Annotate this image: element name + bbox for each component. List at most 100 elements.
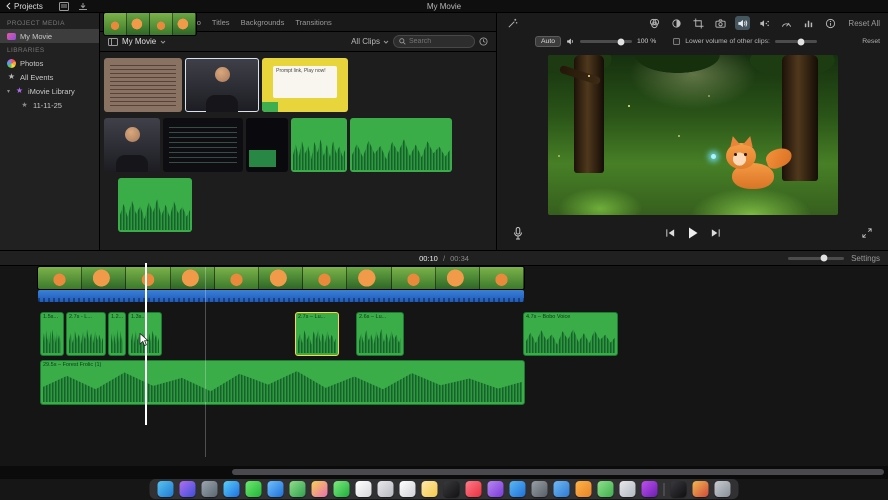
sidebar-item-11-11-25[interactable]: 11-11-25 — [0, 98, 99, 112]
reminders-dock-icon[interactable] — [399, 481, 416, 497]
keynote-dock-icon[interactable] — [553, 481, 570, 497]
audio-clip[interactable]: 2.7s – Lu... — [295, 312, 339, 356]
info-icon[interactable] — [823, 16, 838, 30]
music-dock-icon[interactable] — [465, 481, 482, 497]
terminal-dock-icon[interactable] — [670, 481, 687, 497]
audio-clip-thumb-3[interactable] — [118, 178, 192, 232]
notes-document-clip[interactable] — [104, 58, 182, 112]
media-browser-icon[interactable] — [58, 1, 69, 11]
audio-clip[interactable]: 1.2... — [108, 312, 126, 356]
total-duration: 00:34 — [450, 253, 469, 263]
notes-dock-icon[interactable] — [421, 481, 438, 497]
audio-clip[interactable]: 1.5s... — [40, 312, 64, 356]
presenter-clip-2[interactable] — [104, 118, 160, 172]
audio-clip-thumb-1[interactable] — [291, 118, 347, 172]
music-clip[interactable]: 29.5s – Forest Frolic (1) — [40, 360, 525, 405]
sidebar-item-label: 11-11-25 — [33, 100, 62, 110]
voiceover-mic-button[interactable] — [513, 226, 523, 240]
tree-left — [558, 55, 604, 173]
sidebar-item-all-events[interactable]: All Events — [0, 70, 99, 84]
chevron-down-icon — [160, 40, 166, 44]
sidebar-item-label: iMovie Library — [28, 86, 75, 96]
presenter-clip[interactable] — [185, 58, 259, 112]
timeline-zoom-slider[interactable] — [788, 254, 845, 262]
playhead[interactable] — [145, 263, 147, 425]
system-settings-dock-icon[interactable] — [531, 481, 548, 497]
tab-transitions[interactable]: Transitions — [295, 18, 331, 27]
color-correction-icon[interactable] — [669, 16, 684, 30]
audio-clip[interactable]: 4.7s – Bobo Voice — [523, 312, 618, 356]
star-icon — [7, 73, 16, 82]
search-field[interactable] — [393, 35, 475, 48]
crop-icon[interactable] — [691, 16, 706, 30]
zoom-slider-thumb[interactable] — [820, 254, 828, 262]
ducking-slider-thumb[interactable] — [797, 38, 805, 45]
skip-back-button[interactable] — [665, 228, 676, 238]
facetime-dock-icon[interactable] — [333, 481, 350, 497]
sidebar-library-list: Photos All Events iMovie Library 11-11-25 — [0, 56, 99, 112]
pages-dock-icon[interactable] — [575, 481, 592, 497]
volume-slider-thumb[interactable] — [617, 38, 625, 45]
ducking-slider[interactable] — [774, 38, 817, 45]
app-store-dock-icon[interactable] — [509, 481, 526, 497]
tab-backgrounds[interactable]: Backgrounds — [241, 18, 285, 27]
timeline-settings-button[interactable]: Settings — [851, 254, 880, 263]
sidebar-toggle-icon[interactable] — [108, 37, 118, 46]
sidebar-item-my-movie[interactable]: My Movie — [0, 29, 99, 43]
skip-forward-button[interactable] — [710, 228, 721, 238]
search-input[interactable] — [409, 38, 469, 45]
audio-waveform — [293, 139, 345, 170]
speaker-icon[interactable] — [566, 37, 575, 46]
photos-dock-icon[interactable] — [311, 481, 328, 497]
noise-reduction-icon[interactable] — [757, 16, 772, 30]
lower-volume-checkbox[interactable] — [673, 38, 681, 45]
play-button[interactable] — [688, 227, 698, 239]
auto-volume-button[interactable]: Auto — [535, 36, 561, 47]
clip-filter-effects-icon[interactable] — [801, 16, 816, 30]
promo-graphic-clip[interactable]: Prompt link, Play now! — [262, 58, 348, 112]
tv-dock-icon[interactable] — [443, 481, 460, 497]
audio-waveform — [526, 329, 615, 353]
clip-filter-dropdown[interactable]: All Clips — [351, 37, 389, 46]
back-to-projects-button[interactable]: Projects — [6, 2, 43, 11]
contacts-dock-icon[interactable] — [377, 481, 394, 497]
numbers-dock-icon[interactable] — [597, 481, 614, 497]
audio-clip[interactable]: 2.6s – Lu... — [356, 312, 404, 356]
imovie-dock-icon[interactable] — [641, 481, 658, 497]
calendar-dock-icon[interactable] — [355, 481, 372, 497]
audio-clip[interactable]: 2.7s - L... — [66, 312, 106, 356]
import-media-icon[interactable] — [78, 2, 88, 11]
volume-slider[interactable] — [579, 38, 632, 45]
launchpad-dock-icon[interactable] — [201, 481, 218, 497]
podcasts-dock-icon[interactable] — [487, 481, 504, 497]
reset-button[interactable]: Reset — [862, 38, 880, 45]
trash-dock-icon[interactable] — [714, 481, 731, 497]
fox-video-clip[interactable] — [104, 13, 196, 35]
maps-dock-icon[interactable] — [289, 481, 306, 497]
enhance-magic-wand-icon[interactable] — [505, 16, 520, 30]
tab-titles[interactable]: Titles — [212, 18, 230, 27]
finder-dock-icon[interactable] — [157, 481, 174, 497]
speed-icon[interactable] — [779, 16, 794, 30]
color-balance-icon[interactable] — [647, 16, 662, 30]
freeform-dock-icon[interactable] — [619, 481, 636, 497]
messages-dock-icon[interactable] — [245, 481, 262, 497]
chrome-dock-icon[interactable] — [692, 481, 709, 497]
safari-dock-icon[interactable] — [223, 481, 240, 497]
mail-dock-icon[interactable] — [267, 481, 284, 497]
stabilization-icon[interactable] — [713, 16, 728, 30]
volume-icon[interactable] — [735, 16, 751, 30]
scrollbar-thumb[interactable] — [232, 469, 884, 475]
fullscreen-button[interactable] — [862, 228, 872, 238]
timeline[interactable]: 1.5s... 2.7s - L... 1.2... 1.3s... 2.7s – Lu… — [0, 263, 888, 466]
siri-dock-icon[interactable] — [179, 481, 196, 497]
butterfly-glow — [710, 154, 716, 159]
reset-all-button[interactable]: Reset All — [848, 19, 880, 28]
screen-recording-clip[interactable] — [163, 118, 243, 172]
screen-recording-clip-2[interactable] — [246, 118, 288, 172]
recents-icon[interactable] — [479, 37, 488, 46]
sidebar-item-imovie-library[interactable]: iMovie Library — [0, 84, 99, 98]
sidebar-item-photos[interactable]: Photos — [0, 56, 99, 70]
audio-clip-thumb-2[interactable] — [350, 118, 452, 172]
preview-scene[interactable] — [547, 55, 838, 215]
